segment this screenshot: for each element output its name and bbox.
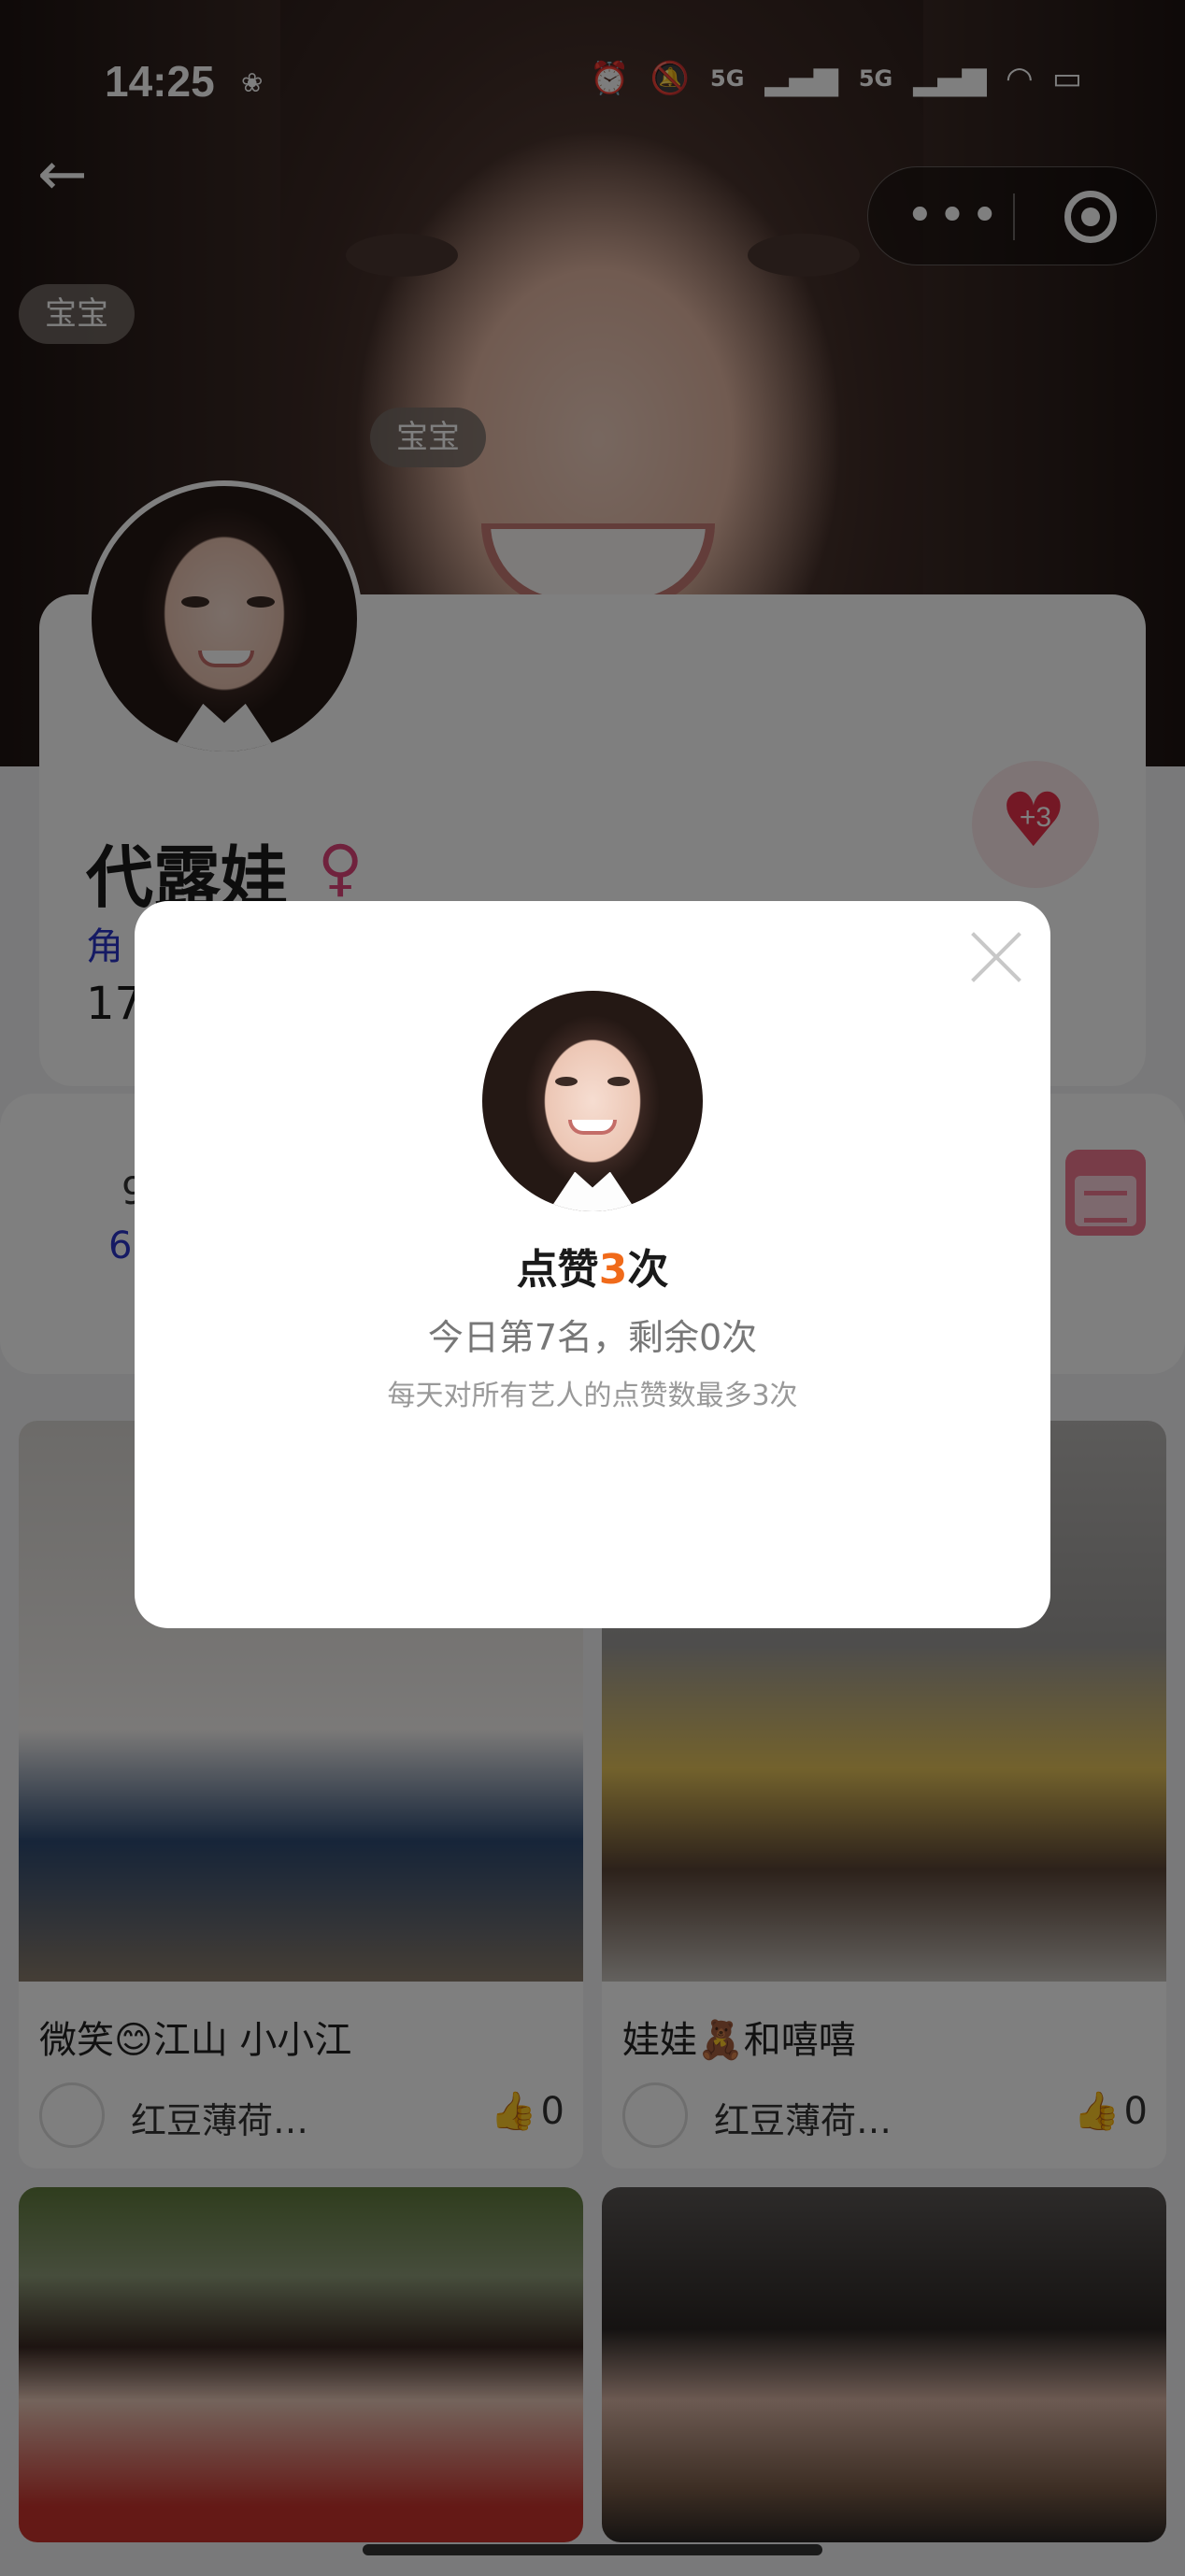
avatar-collar xyxy=(548,1171,637,1211)
dialog-title-prefix: 点赞 xyxy=(516,1246,599,1294)
dialog-title-suffix: 次 xyxy=(627,1246,669,1294)
dialog-avatar xyxy=(482,991,703,1211)
avatar-eye xyxy=(555,1077,578,1086)
home-indicator[interactable] xyxy=(363,2544,822,2555)
dialog-rule-note: 每天对所有艺人的点赞数最多3次 xyxy=(387,1380,798,1412)
dialog-title: 点赞3次 xyxy=(135,1236,1050,1295)
avatar-eye xyxy=(607,1077,630,1086)
avatar-smile xyxy=(568,1120,617,1135)
like-result-dialog: 点赞3次 今日第7名，剩余0次 每天对所有艺人的点赞数最多3次 xyxy=(135,901,1050,1628)
close-icon[interactable] xyxy=(968,929,1024,985)
dialog-rank-text: 今日第7名，剩余0次 xyxy=(427,1317,758,1358)
dialog-like-count: 3 xyxy=(598,1246,628,1294)
